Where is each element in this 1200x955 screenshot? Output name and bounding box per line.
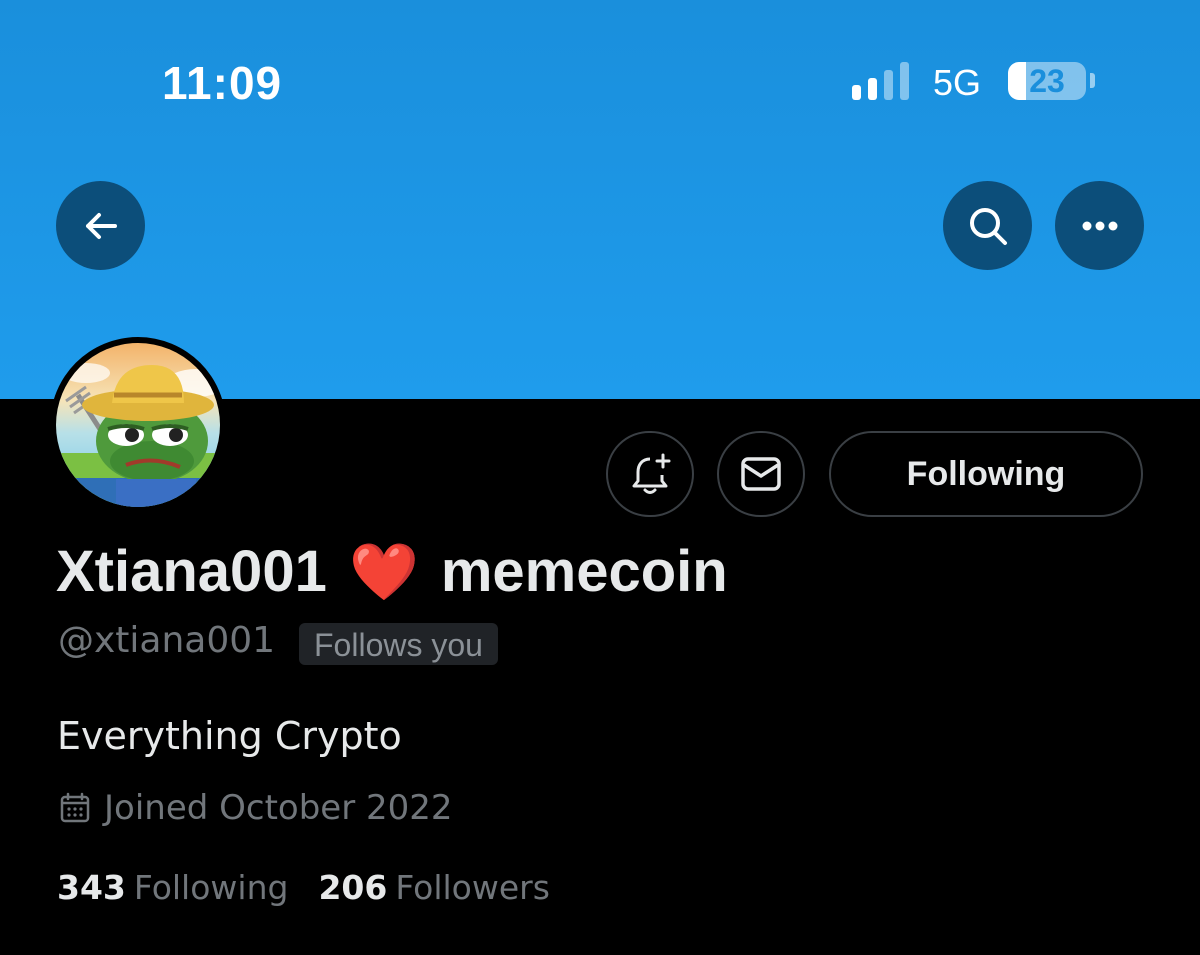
more-button[interactable] [1055, 181, 1144, 270]
battery-level: 23 [1029, 63, 1065, 99]
avatar[interactable] [50, 337, 226, 513]
followers-count: 206 [318, 868, 388, 907]
bell-plus-icon [632, 453, 671, 494]
bio: Everything Crypto [57, 714, 402, 758]
joined-date: Joined October 2022 [58, 788, 453, 828]
user-handle: @xtiana001 [58, 620, 276, 661]
avatar-image [56, 343, 220, 507]
following-count-link[interactable]: 343 Following [57, 868, 288, 907]
display-name-suffix: memecoin [440, 539, 728, 604]
heart-emoji: ❤️ [348, 540, 419, 603]
status-time: 11:09 [162, 57, 283, 109]
following-button-label: Following [906, 454, 1066, 493]
back-button[interactable] [56, 181, 145, 270]
followers-count-link[interactable]: 206 Followers [318, 868, 549, 907]
mail-icon [741, 457, 781, 491]
following-count: 343 [57, 868, 126, 907]
joined-text: Joined October 2022 [104, 788, 453, 828]
display-name-text: Xtiana001 [56, 539, 327, 604]
follows-you-badge: Follows you [299, 623, 498, 665]
search-icon [969, 207, 1007, 245]
follow-stats: 343 Following 206 Followers [57, 868, 580, 907]
message-button[interactable] [717, 431, 805, 517]
calendar-icon [60, 792, 90, 823]
battery-tip [1090, 73, 1095, 88]
signal-strength-icon [852, 62, 914, 100]
network-type: 5G [933, 62, 982, 103]
search-button[interactable] [943, 181, 1032, 270]
following-stat-label: Following [133, 868, 289, 907]
following-button[interactable]: Following [829, 431, 1143, 517]
more-horizontal-icon [1082, 221, 1117, 230]
battery-icon: 23 [1008, 62, 1086, 100]
arrow-left-icon [85, 212, 117, 239]
followers-stat-label: Followers [395, 868, 550, 907]
display-name: Xtiana001 ❤️ memecoin [56, 538, 728, 605]
notify-button[interactable] [606, 431, 694, 517]
